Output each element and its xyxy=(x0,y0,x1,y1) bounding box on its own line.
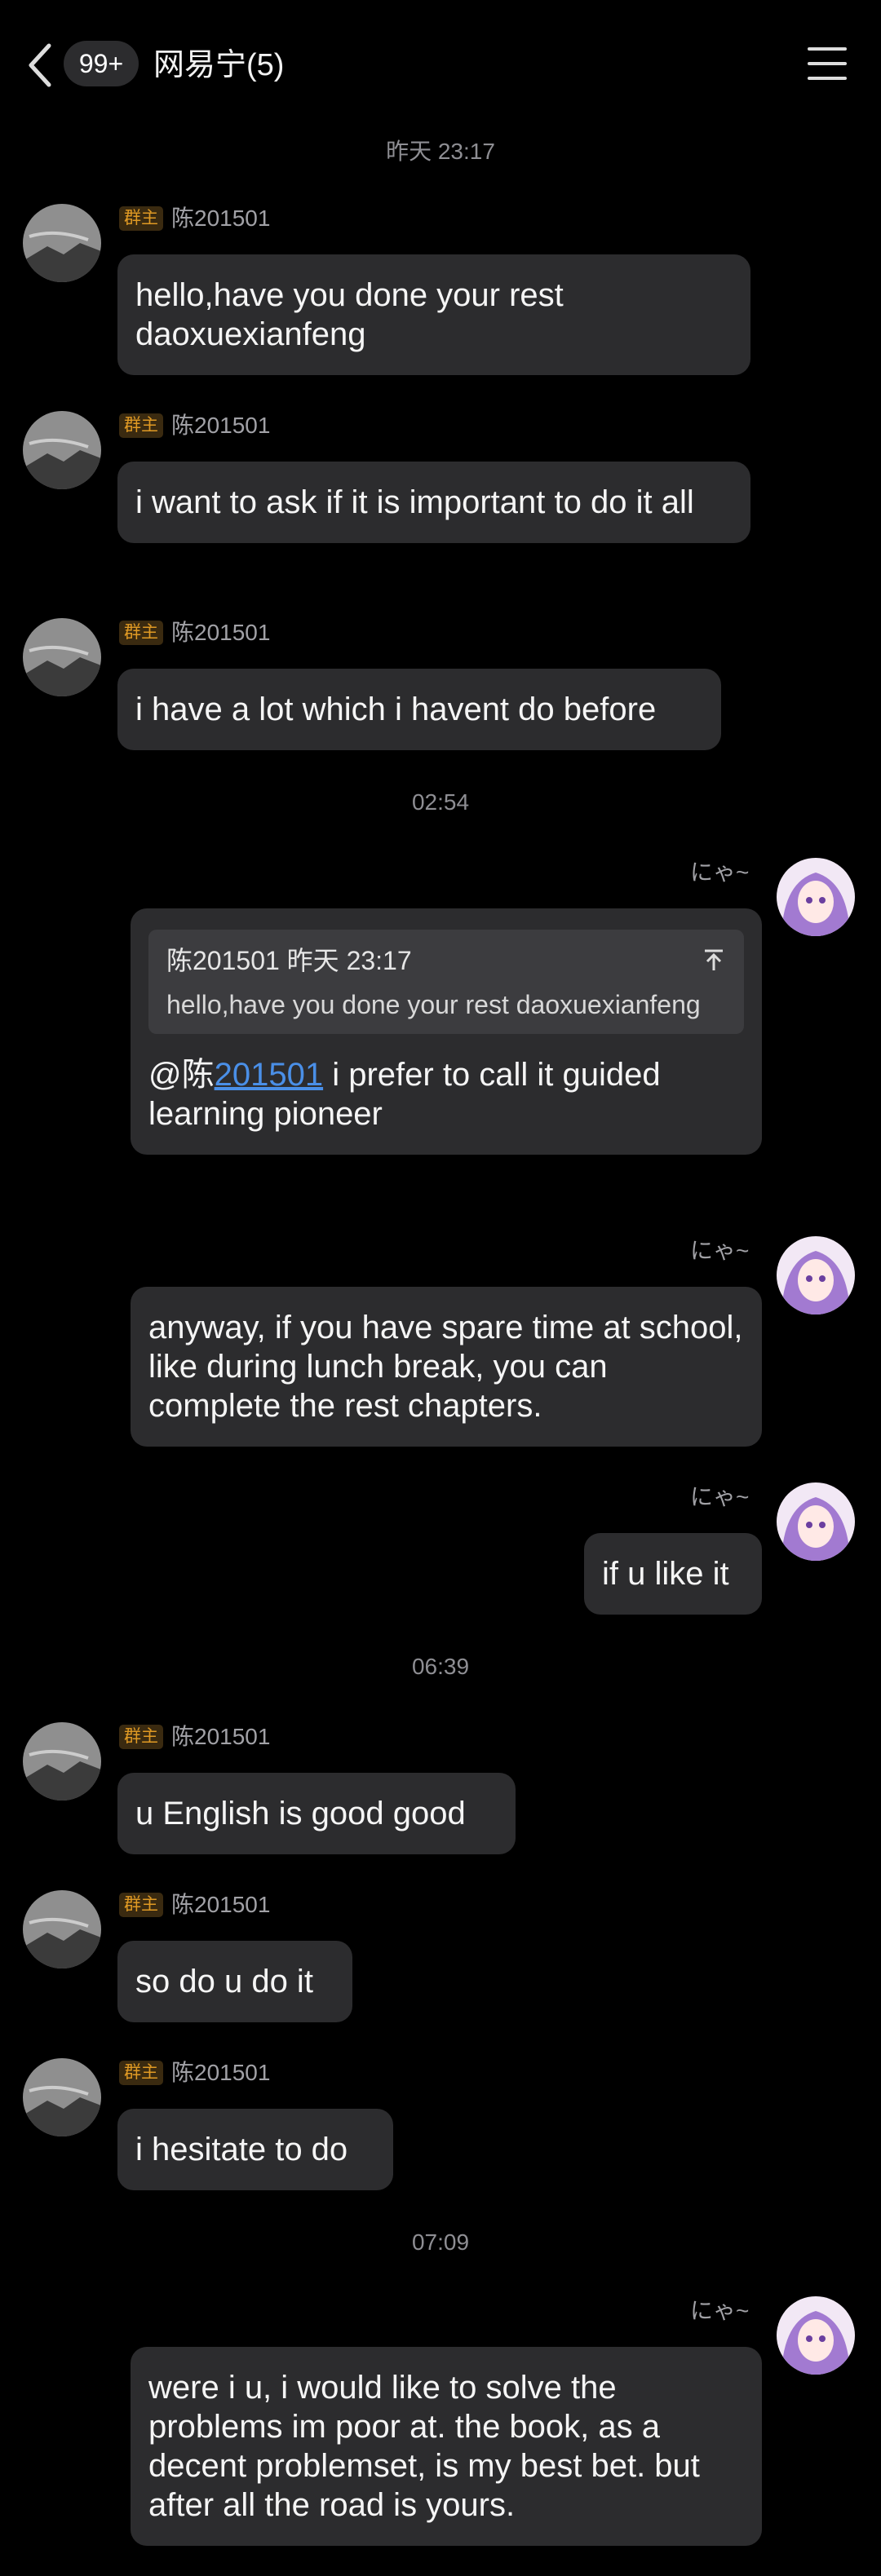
quote-text: hello,have you done your rest daoxuexian… xyxy=(166,990,701,1019)
sender-meta: 群主 陈201501 xyxy=(119,2058,270,2088)
quoted-message[interactable]: 陈201501 昨天 23:17 hello,have you done you… xyxy=(148,930,744,1034)
sender-name: 陈201501 xyxy=(171,2060,271,2085)
sender-meta: 群主 陈201501 xyxy=(119,411,270,440)
menu-icon[interactable] xyxy=(808,47,847,80)
message-bubble[interactable]: i hesitate to do xyxy=(117,2109,393,2190)
avatar-left[interactable] xyxy=(23,2058,101,2136)
message-bubble[interactable]: anyway, if you have spare time at school… xyxy=(131,1287,762,1447)
sender-name: にゃ~ xyxy=(690,1238,750,1263)
chat-title: 网易宁(5) xyxy=(153,48,285,82)
sender-name: 陈201501 xyxy=(171,1724,271,1749)
sender-name: 陈201501 xyxy=(171,620,271,645)
scroll-to-quote-icon[interactable] xyxy=(702,948,726,972)
message-bubble[interactable]: were i u, i would like to solve the prob… xyxy=(131,2347,762,2546)
avatar-left[interactable] xyxy=(23,618,101,696)
avatar-left[interactable] xyxy=(23,1890,101,1968)
mention-link[interactable]: 201501 xyxy=(215,1057,323,1093)
timestamp: 06:39 xyxy=(411,1654,470,1679)
owner-tag: 群主 xyxy=(119,2061,163,2085)
timestamp: 07:09 xyxy=(411,2229,470,2255)
sender-meta: 群主 陈201501 xyxy=(119,618,270,647)
message-bubble[interactable]: so do u do it xyxy=(117,1941,352,2022)
avatar-left[interactable] xyxy=(23,204,101,282)
sender-meta: 群主 陈201501 xyxy=(119,204,270,233)
message-bubble[interactable]: if u like it xyxy=(584,1533,762,1615)
sender-name: にゃ~ xyxy=(690,859,750,885)
avatar-right[interactable] xyxy=(777,858,855,936)
avatar-left[interactable] xyxy=(23,1722,101,1801)
owner-tag: 群主 xyxy=(119,206,163,231)
timestamp: 昨天 23:17 xyxy=(386,139,495,164)
sender-meta: 群主 陈201501 xyxy=(119,1890,270,1920)
owner-tag: 群主 xyxy=(119,413,163,438)
message-bubble[interactable]: u English is good good xyxy=(117,1773,516,1854)
reply-text: @陈201501 i prefer to call it guided lear… xyxy=(148,1055,744,1133)
owner-tag: 群主 xyxy=(119,1893,163,1917)
message-bubble[interactable]: hello,have you done your rest daoxuexian… xyxy=(117,254,750,375)
sender-name: 陈201501 xyxy=(171,1892,271,1917)
quote-header: 陈201501 昨天 23:17 xyxy=(166,946,412,975)
mention-prefix: @陈 xyxy=(148,1057,215,1093)
avatar-left[interactable] xyxy=(23,411,101,489)
avatar-right[interactable] xyxy=(777,1236,855,1315)
owner-tag: 群主 xyxy=(119,621,163,645)
message-bubble[interactable]: i have a lot which i havent do before xyxy=(117,669,721,750)
avatar-right[interactable] xyxy=(777,1482,855,1561)
unread-count-badge[interactable]: 99+ xyxy=(64,41,139,86)
message-bubble[interactable]: i want to ask if it is important to do i… xyxy=(117,462,750,543)
avatar-right[interactable] xyxy=(777,2296,855,2375)
owner-tag: 群主 xyxy=(119,1725,163,1749)
sender-name: 陈201501 xyxy=(171,413,271,438)
sender-name: にゃ~ xyxy=(690,1484,750,1509)
sender-name: 陈201501 xyxy=(171,205,271,231)
message-bubble[interactable]: 陈201501 昨天 23:17 hello,have you done you… xyxy=(131,908,762,1155)
timestamp: 02:54 xyxy=(411,789,470,815)
chat-header: 99+ 网易宁(5) xyxy=(0,0,881,130)
sender-name: にゃ~ xyxy=(690,2298,750,2323)
sender-meta: 群主 陈201501 xyxy=(119,1722,270,1752)
back-icon[interactable] xyxy=(24,41,57,90)
